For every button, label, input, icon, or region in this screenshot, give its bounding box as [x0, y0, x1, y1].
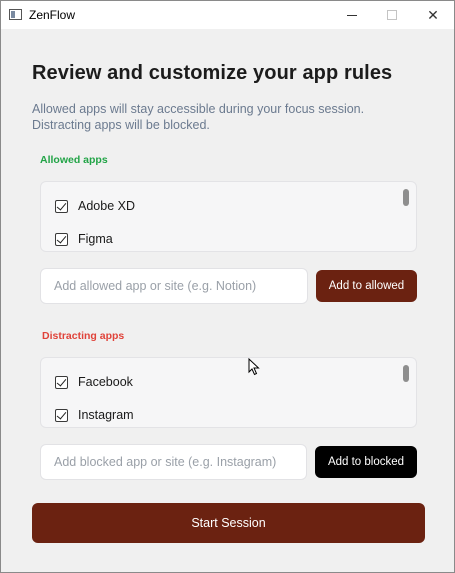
page-title: Review and customize your app rules — [32, 62, 393, 84]
title-bar[interactable]: ZenFlow ✕ — [1, 1, 454, 29]
app-name: Figma — [78, 232, 113, 246]
checkbox-checked-icon[interactable] — [55, 232, 68, 246]
blocked-app-input[interactable] — [40, 444, 307, 480]
page-description: Allowed apps will stay accessible during… — [32, 102, 365, 132]
app-name: Facebook — [78, 375, 133, 389]
list-item[interactable]: Figma — [55, 232, 113, 246]
app-window: ZenFlow ✕ Review and customize your app … — [0, 0, 455, 573]
checkbox-checked-icon[interactable] — [55, 408, 68, 422]
app-name: Instagram — [78, 408, 134, 422]
window-title: ZenFlow — [29, 8, 76, 22]
add-to-allowed-button[interactable]: Add to allowed — [316, 270, 417, 302]
close-icon: ✕ — [427, 6, 439, 23]
allowed-app-input[interactable] — [40, 268, 308, 304]
checkbox-checked-icon[interactable] — [55, 375, 68, 389]
add-to-blocked-button[interactable]: Add to blocked — [315, 446, 417, 478]
list-item[interactable]: Instagram — [55, 408, 134, 422]
app-name: Adobe XD — [78, 199, 135, 213]
allowed-list-scrollbar[interactable] — [403, 189, 409, 206]
minimize-icon — [347, 14, 357, 16]
minimize-button[interactable] — [331, 1, 373, 29]
start-session-button[interactable]: Start Session — [32, 503, 425, 543]
list-item[interactable]: Facebook — [55, 375, 133, 389]
allowed-apps-label: Allowed apps — [40, 154, 108, 166]
close-button[interactable]: ✕ — [412, 1, 454, 29]
distracting-apps-list[interactable]: Facebook Instagram — [40, 357, 417, 428]
maximize-button[interactable] — [371, 1, 413, 29]
allowed-apps-list[interactable]: Adobe XD Figma — [40, 181, 417, 252]
app-window-icon — [9, 9, 22, 20]
distracting-list-scrollbar[interactable] — [403, 365, 409, 382]
list-item[interactable]: Adobe XD — [55, 199, 135, 213]
mouse-cursor-icon — [248, 358, 260, 376]
checkbox-checked-icon[interactable] — [55, 199, 68, 213]
distracting-apps-label: Distracting apps — [42, 330, 125, 342]
maximize-icon — [387, 10, 397, 20]
